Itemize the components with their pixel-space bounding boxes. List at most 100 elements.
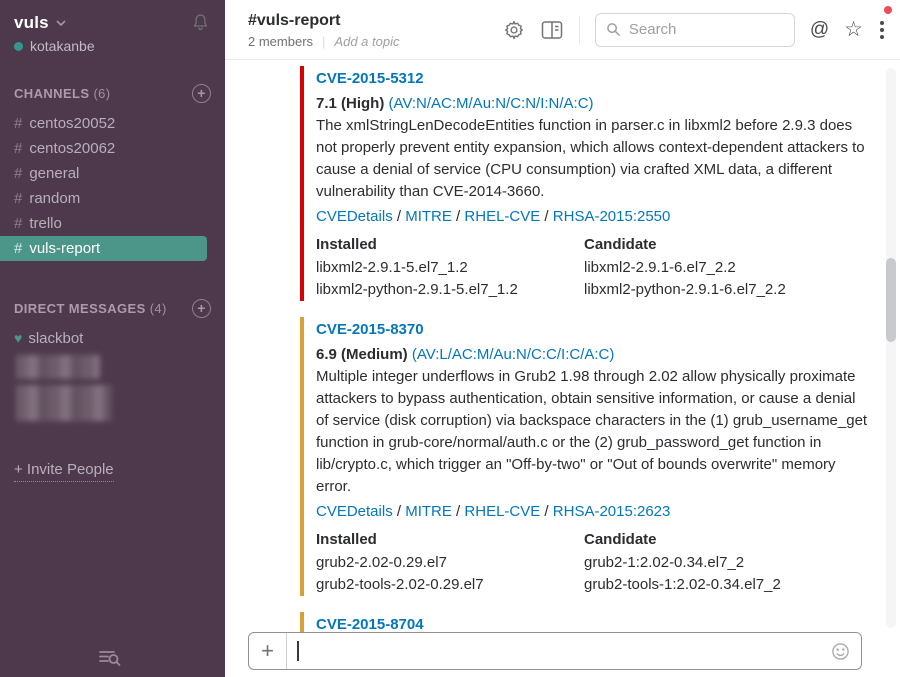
cve-severity: 7.1 (High) (AV:N/AC:M/Au:N/C:N/I:N/A:C) [316,93,868,115]
sidebar-channel-item[interactable]: # centos20052 [0,111,225,136]
mentions-icon[interactable]: @ [810,19,829,41]
composer-area: + [225,632,900,677]
message-input-box[interactable]: + [248,632,862,670]
dm-section: DIRECT MESSAGES (4) + ♥ slackbot [0,299,225,421]
cve-message: CVE-2015-8704 [300,612,868,632]
team-menu[interactable]: vuls [0,0,225,33]
sidebar-channel-item[interactable]: # vuls-report [0,236,207,261]
chevron-down-icon [55,17,67,29]
installed-package: grub2-tools-2.02-0.29.el7 [316,574,584,596]
title-block: #vuls-report 2 members | Add a topic [248,10,399,49]
dm-header[interactable]: DIRECT MESSAGES (4) + [0,299,225,318]
channel-list: #centos20052 #centos20062 #general #rand… [0,111,225,261]
reference-link[interactable]: MITRE [405,503,452,520]
team-name[interactable]: vuls [14,13,49,33]
channels-section: CHANNELS (6) + #centos20052 #centos20062… [0,84,225,261]
installed-column-header: Installed [316,231,584,257]
dm-label: DIRECT MESSAGES [14,301,146,316]
channels-count: (6) [93,86,110,101]
gear-icon[interactable] [503,19,525,41]
installed-package: libxml2-2.9.1-5.el7_1.2 [316,257,584,279]
scrollbar-thumb[interactable] [886,258,896,342]
reference-link[interactable]: CVEDetails [316,503,393,520]
member-count[interactable]: 2 members [248,34,313,49]
attach-file-button[interactable]: + [249,633,287,669]
cvss-vector-link[interactable]: (AV:L/AC:M/Au:N/C:C/I:C/A:C) [412,346,615,363]
heart-icon: ♥ [14,330,22,346]
dm-name: slackbot [28,330,83,347]
channel-name: trello [29,215,62,232]
channels-label: CHANNELS [14,86,89,101]
dm-list: ♥ slackbot [0,326,225,421]
hash-icon: # [14,215,22,232]
cve-message: CVE-2015-5312 7.1 (High) (AV:N/AC:M/Au:N… [300,66,868,301]
sidebar-channel-item[interactable]: # random [0,186,225,211]
redacted-name [16,355,100,379]
add-channel-icon[interactable]: + [192,84,211,103]
cve-reference-links: CVEDetails / MITRE / RHEL-CVE / RHSA-201… [316,203,868,231]
package-table: InstalledCandidatelibxml2-2.9.1-5.el7_1.… [316,231,868,301]
sidebar-dm-item-redacted[interactable] [0,355,225,379]
add-dm-icon[interactable]: + [192,299,211,318]
text-caret [297,641,299,661]
hash-icon: # [14,115,22,132]
search-icon [606,22,621,37]
more-options-icon[interactable] [878,19,886,41]
candidate-package: grub2-tools-1:2.02-0.34.el7_2 [584,574,868,596]
cve-title-link[interactable]: CVE-2015-8704 [316,612,868,632]
sidebar-channel-item[interactable]: # trello [0,211,225,236]
package-table: InstalledCandidategrub2-2.02-0.29.el7gru… [316,526,868,596]
sidebar-channel-item[interactable]: #centos20062 [0,136,225,161]
message-pane: CVE-2015-5312 7.1 (High) (AV:N/AC:M/Au:N… [225,60,900,632]
message-input[interactable] [287,633,831,669]
search-box[interactable] [595,13,795,47]
bell-icon[interactable] [190,12,211,33]
cvss-vector-link[interactable]: (AV:N/AC:M/Au:N/C:N/I:N/A:C) [389,95,594,112]
sidebar-dm-item[interactable]: ♥ slackbot [0,326,225,351]
candidate-package: grub2-1:2.02-0.34.el7_2 [584,552,868,574]
notification-dot [884,6,892,14]
cve-reference-links: CVEDetails / MITRE / RHEL-CVE / RHSA-201… [316,498,868,526]
star-icon[interactable]: ☆ [844,19,863,40]
subtitle-divider: | [322,34,325,49]
channel-details-icon[interactable] [540,19,564,41]
candidate-package: libxml2-2.9.1-6.el7_2.2 [584,257,868,279]
search-input[interactable] [629,21,769,38]
hash-icon: # [14,240,22,257]
candidate-column-header: Candidate [584,526,868,552]
quick-search-icon[interactable] [98,647,122,672]
channel-name: random [29,190,80,207]
sidebar-channel-item[interactable]: #general [0,161,225,186]
scrollbar-track[interactable] [886,68,896,628]
smiley-icon[interactable] [831,633,861,669]
channel-name: vuls-report [29,240,100,257]
channels-header[interactable]: CHANNELS (6) + [0,84,225,103]
channel-name: centos20062 [29,140,115,157]
reference-link[interactable]: RHSA-2015:2623 [553,503,671,520]
presence-dot-icon [14,42,23,51]
reference-link[interactable]: CVEDetails [316,208,393,225]
channel-name: centos20052 [29,115,115,132]
candidate-package: libxml2-python-2.9.1-6.el7_2.2 [584,279,868,301]
sidebar-dm-item-redacted[interactable] [0,385,225,421]
redacted-name [16,385,112,421]
reference-link[interactable]: RHEL-CVE [464,208,540,225]
cve-title-link[interactable]: CVE-2015-5312 [316,66,868,93]
installed-package: grub2-2.02-0.29.el7 [316,552,584,574]
cve-description: The xmlStringLenDecodeEntities function … [316,115,868,203]
dm-count: (4) [150,301,167,316]
header-divider [579,16,580,44]
channel-header: #vuls-report 2 members | Add a topic [225,0,900,60]
add-topic-button[interactable]: Add a topic [334,34,399,49]
candidate-column-header: Candidate [584,231,868,257]
cve-message: CVE-2015-8370 6.9 (Medium) (AV:L/AC:M/Au… [300,317,868,596]
reference-link[interactable]: MITRE [405,208,452,225]
invite-people-button[interactable]: + Invite People [14,461,114,478]
cve-title-link[interactable]: CVE-2015-8370 [316,317,868,344]
hash-icon: # [14,190,22,207]
user-presence[interactable]: kotakanbe [0,33,225,54]
installed-column-header: Installed [316,526,584,552]
reference-link[interactable]: RHSA-2015:2550 [553,208,671,225]
reference-link[interactable]: RHEL-CVE [464,503,540,520]
hash-icon: # [14,165,22,182]
